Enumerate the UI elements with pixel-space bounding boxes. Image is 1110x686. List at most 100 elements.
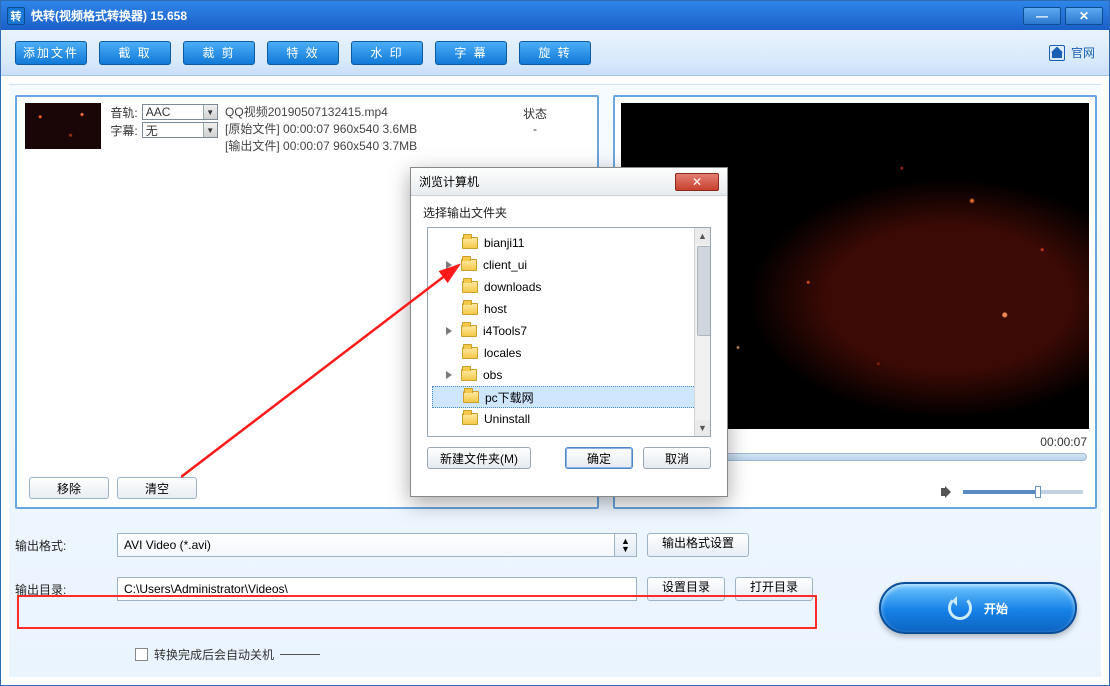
chevron-down-icon: ▼ — [203, 123, 217, 137]
toolbar-subtitle[interactable]: 字 幕 — [435, 41, 507, 65]
out-info: 00:00:07 960x540 3.7MB — [283, 139, 417, 153]
window-title: 快转(视频格式转换器) 15.658 — [31, 7, 187, 24]
tree-item-label: i4Tools7 — [483, 324, 527, 338]
toolbar-cut[interactable]: 截 取 — [99, 41, 171, 65]
outdir-label: 输出目录: — [15, 581, 107, 598]
ok-button[interactable]: 确定 — [565, 447, 633, 469]
status-column: 状态 - — [523, 105, 547, 136]
tree-item-label: Uninstall — [484, 412, 530, 426]
subtitle-label: 字幕: — [110, 122, 137, 139]
tree-scrollbar[interactable]: ▲ ▼ — [694, 228, 710, 436]
folder-icon — [462, 347, 478, 359]
dialog-titlebar: 浏览计算机 ✕ — [411, 168, 727, 196]
expander-icon[interactable] — [444, 326, 455, 337]
tree-item-label: downloads — [484, 280, 541, 294]
shutdown-checkbox[interactable] — [135, 648, 148, 661]
file-row[interactable]: 音轨: AAC ▼ 字幕: 无 ▼ Q — [17, 97, 597, 154]
orig-info: 00:00:07 960x540 3.6MB — [283, 122, 417, 136]
tree-item[interactable]: host — [428, 298, 710, 320]
folder-icon — [461, 369, 477, 381]
expander-icon[interactable] — [444, 370, 455, 381]
chevron-down-icon: ▼ — [203, 105, 217, 119]
out-label: [输出文件] — [225, 139, 280, 153]
tree-item[interactable]: Uninstall — [428, 408, 710, 430]
audio-select[interactable]: AAC ▼ — [142, 104, 218, 120]
tree-item-label: obs — [483, 368, 502, 382]
new-folder-button[interactable]: 新建文件夹(M) — [427, 447, 531, 469]
toolbar-effect[interactable]: 特 效 — [267, 41, 339, 65]
tree-item-label: bianji11 — [484, 236, 524, 250]
app-icon: 转 — [7, 7, 25, 25]
home-link[interactable]: 官网 — [1049, 44, 1095, 61]
toolbar-rotate[interactable]: 旋 转 — [519, 41, 591, 65]
format-dropdown-button[interactable]: ▲▼ — [614, 534, 636, 556]
set-dir-button[interactable]: 设置目录 — [647, 577, 725, 601]
tree-item[interactable]: locales — [428, 342, 710, 364]
format-settings-button[interactable]: 输出格式设置 — [647, 533, 749, 557]
cancel-button[interactable]: 取消 — [643, 447, 711, 469]
open-dir-button[interactable]: 打开目录 — [735, 577, 813, 601]
scroll-up-icon[interactable]: ▲ — [695, 228, 710, 244]
tree-item[interactable]: client_ui — [428, 254, 710, 276]
app-window: 转 快转(视频格式转换器) 15.658 — ✕ 添加文件 截 取 裁 剪 特 … — [0, 0, 1110, 686]
remove-button[interactable]: 移除 — [29, 477, 109, 499]
volume-slider[interactable] — [963, 490, 1083, 494]
dialog-title: 浏览计算机 — [419, 173, 479, 190]
tree-item-label: pc下载网 — [485, 389, 534, 406]
volume-knob[interactable] — [1035, 486, 1041, 498]
format-label: 输出格式: — [15, 537, 107, 554]
start-label: 开始 — [984, 600, 1008, 617]
subtitle-select[interactable]: 无 ▼ — [142, 122, 218, 138]
volume-icon[interactable] — [941, 485, 955, 499]
start-button[interactable]: 开始 — [879, 582, 1077, 634]
toolbar-add-file[interactable]: 添加文件 — [15, 41, 87, 65]
outdir-input[interactable]: C:\Users\Administrator\Videos\ — [117, 577, 637, 601]
tree-item[interactable]: obs — [428, 364, 710, 386]
home-link-label: 官网 — [1071, 44, 1095, 61]
tree-item[interactable]: bianji11 — [428, 232, 710, 254]
tree-item[interactable]: pc下载网 — [432, 386, 706, 408]
orig-label: [原始文件] — [225, 122, 280, 136]
tree-item[interactable]: i4Tools7 — [428, 320, 710, 342]
audio-label: 音轨: — [110, 104, 137, 121]
time-total: 00:00:07 — [1040, 435, 1087, 449]
folder-tree[interactable]: ▲ ▼ bianji11 client_ui downloads host i4Tool… — [427, 227, 711, 437]
file-name: QQ视频20190507132415.mp4 — [225, 103, 417, 120]
dialog-subtitle: 选择输出文件夹 — [411, 196, 727, 227]
file-info: QQ视频20190507132415.mp4 [原始文件] 00:00:07 9… — [225, 103, 417, 154]
tree-item[interactable]: downloads — [428, 276, 710, 298]
format-value: AVI Video (*.avi) — [124, 538, 211, 552]
minimize-button[interactable]: — — [1023, 7, 1061, 25]
home-icon — [1049, 45, 1065, 61]
audio-value: AAC — [146, 105, 171, 119]
status-head: 状态 — [523, 105, 547, 122]
toolbar-crop[interactable]: 裁 剪 — [183, 41, 255, 65]
tree-item-label: client_ui — [483, 258, 527, 272]
folder-icon — [462, 413, 478, 425]
toolbar-watermark[interactable]: 水 印 — [351, 41, 423, 65]
chevron-up-down-icon: ▲▼ — [621, 537, 630, 553]
output-settings: 输出格式: AVI Video (*.avi) ▲▼ 输出格式设置 输出目录: … — [15, 520, 1095, 604]
file-thumbnail — [25, 103, 101, 149]
titlebar: 转 快转(视频格式转换器) 15.658 — ✕ — [1, 1, 1109, 30]
folder-icon — [461, 325, 477, 337]
tree-item-label: host — [484, 302, 507, 316]
file-meta: 音轨: AAC ▼ 字幕: 无 ▼ — [110, 103, 217, 139]
folder-icon — [462, 303, 478, 315]
close-button[interactable]: ✕ — [1065, 7, 1103, 25]
expander-icon[interactable] — [444, 260, 455, 271]
folder-icon — [463, 391, 479, 403]
browse-dialog: 浏览计算机 ✕ 选择输出文件夹 ▲ ▼ bianji11 client_uidow… — [410, 167, 728, 497]
subtitle-value: 无 — [146, 122, 158, 139]
dialog-close-button[interactable]: ✕ — [675, 173, 719, 191]
clear-button[interactable]: 清空 — [117, 477, 197, 499]
outdir-value: C:\Users\Administrator\Videos\ — [124, 582, 288, 596]
folder-icon — [462, 237, 478, 249]
folder-icon — [461, 259, 477, 271]
scroll-down-icon[interactable]: ▼ — [695, 420, 710, 436]
toolbar: 添加文件 截 取 裁 剪 特 效 水 印 字 幕 旋 转 官网 — [1, 30, 1109, 76]
scroll-thumb[interactable] — [697, 246, 711, 336]
shutdown-label: 转换完成后会自动关机 — [154, 646, 274, 663]
refresh-icon — [948, 596, 972, 620]
format-combo[interactable]: AVI Video (*.avi) ▲▼ — [117, 533, 637, 557]
